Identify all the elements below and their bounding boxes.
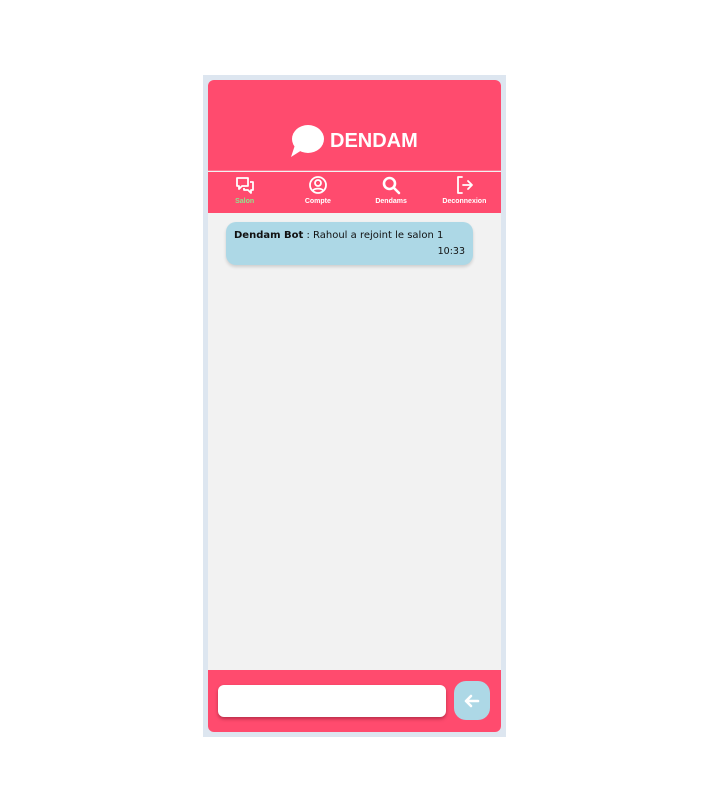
app-frame: DENDAM Salon Compte Dendams Deconnexion … xyxy=(203,75,506,737)
user-circle-icon xyxy=(308,176,327,194)
nav-label: Dendams xyxy=(375,198,407,205)
message-author: Dendam Bot xyxy=(234,230,304,241)
nav-bar: Salon Compte Dendams Deconnexion xyxy=(208,172,501,213)
logo: DENDAM xyxy=(290,125,418,157)
brand-name: DENDAM xyxy=(330,129,418,152)
message-text: Rahoul a rejoint le salon 1 xyxy=(313,230,444,241)
nav-label: Deconnexion xyxy=(442,198,487,205)
message-bubble: Dendam Bot : Rahoul a rejoint le salon 1… xyxy=(226,222,473,265)
message-time: 10:33 xyxy=(437,246,465,257)
search-icon xyxy=(382,176,401,195)
send-button[interactable] xyxy=(454,681,490,720)
chat-icon xyxy=(235,177,254,194)
message-input[interactable] xyxy=(218,685,446,717)
arrow-left-icon xyxy=(464,694,480,707)
message-list: Dendam Bot : Rahoul a rejoint le salon 1… xyxy=(208,213,501,670)
nav-label: Salon xyxy=(235,198,255,205)
nav-label: Compte xyxy=(304,198,331,205)
composer xyxy=(208,670,501,732)
nav-item-compte[interactable]: Compte xyxy=(281,172,354,213)
speech-bubble-icon xyxy=(291,125,324,157)
nav-item-salon[interactable]: Salon xyxy=(208,172,281,213)
message-separator: : xyxy=(303,230,314,241)
nav-item-dendams[interactable]: Dendams xyxy=(355,172,428,213)
header: DENDAM xyxy=(208,80,501,171)
nav-item-deconnexion[interactable]: Deconnexion xyxy=(428,172,501,213)
chat-app: DENDAM Salon Compte Dendams Deconnexion … xyxy=(208,80,501,732)
logout-icon xyxy=(457,176,474,194)
